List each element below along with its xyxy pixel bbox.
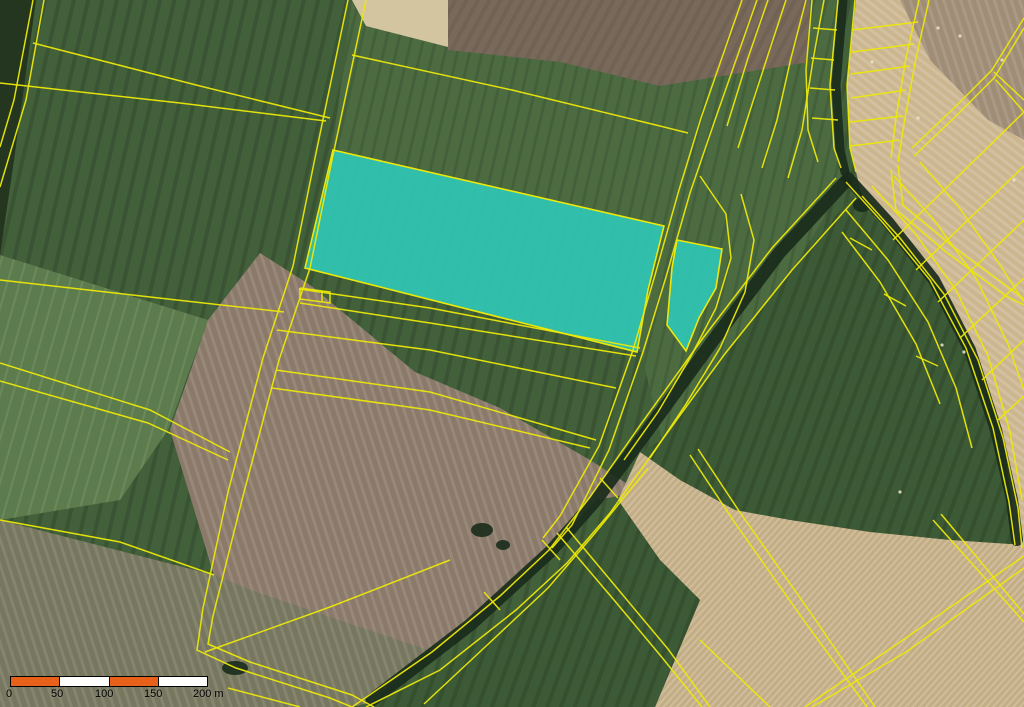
hay-bale-speck (898, 490, 901, 493)
hay-bale-speck (940, 343, 943, 346)
hay-bale-speck (870, 60, 873, 63)
hay-bale-speck (962, 350, 965, 353)
tree-blob (471, 523, 493, 537)
hay-bale-speck (958, 34, 961, 37)
aerial-cadastral-map (0, 0, 1024, 707)
map-viewport[interactable]: 0 50 100 150 200 m (0, 0, 1024, 707)
hay-bale-speck (1000, 58, 1003, 61)
hay-bale-speck (916, 116, 919, 119)
tree-blob (496, 540, 510, 550)
hay-bale-speck (936, 26, 939, 29)
hay-bale-speck (1012, 178, 1015, 181)
